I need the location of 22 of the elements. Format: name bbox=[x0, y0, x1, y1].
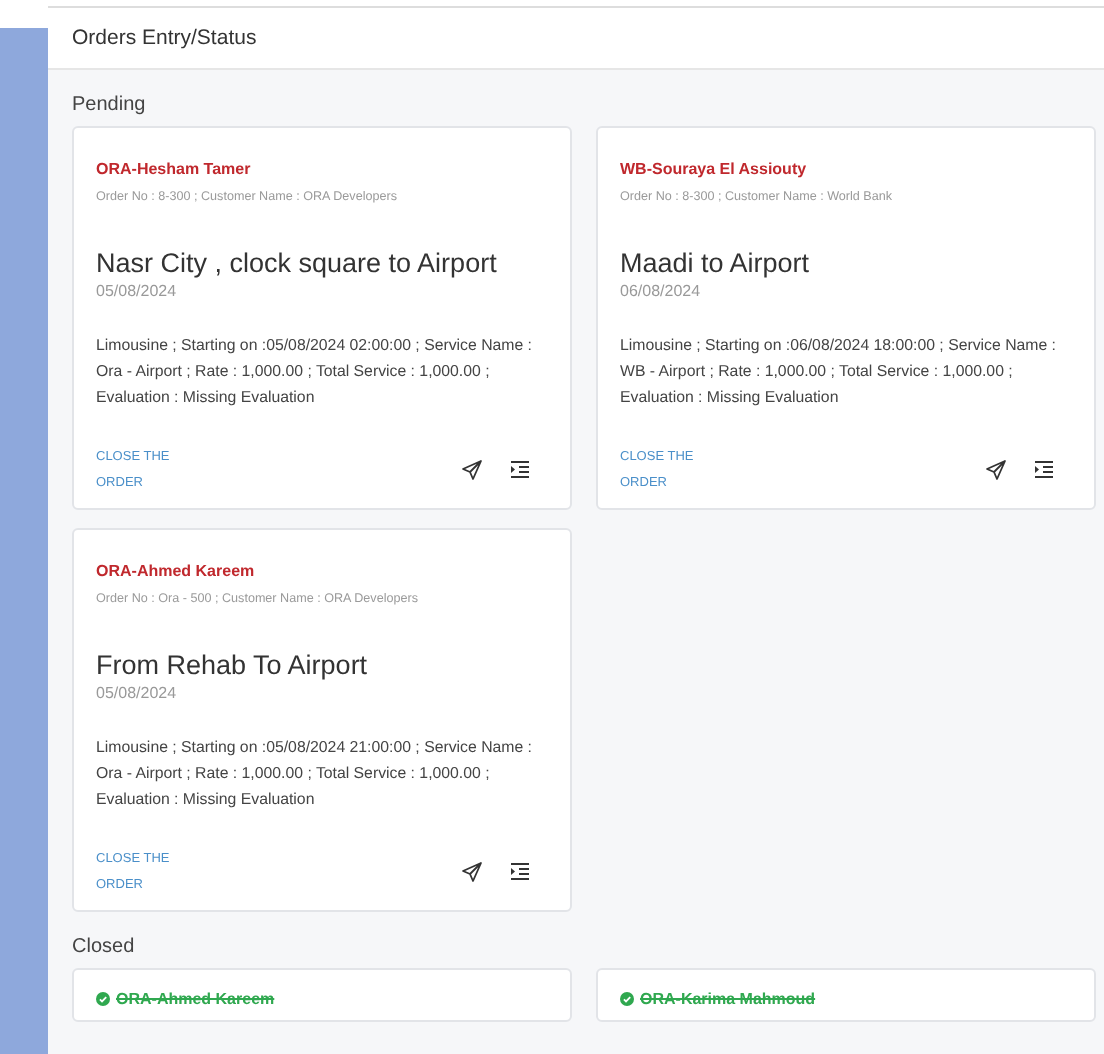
indent-list-icon[interactable] bbox=[1032, 458, 1056, 482]
route-title: Nasr City , clock square to Airport bbox=[96, 248, 499, 278]
window-title: Orders Entry/Status bbox=[48, 8, 1104, 70]
send-icon[interactable] bbox=[460, 860, 484, 884]
section-title: Closed bbox=[72, 936, 135, 958]
indent-list-icon[interactable] bbox=[508, 458, 532, 482]
check-circle-icon bbox=[96, 992, 110, 1006]
section-title: Pending bbox=[72, 94, 146, 116]
order-title: WB-Souraya El Assiouty bbox=[620, 160, 807, 178]
route-title: Maadi to Airport bbox=[620, 248, 812, 278]
order-date: 06/08/2024 bbox=[620, 282, 703, 300]
send-icon[interactable] bbox=[984, 458, 1008, 482]
indent-list-icon[interactable] bbox=[508, 860, 532, 884]
send-icon[interactable] bbox=[460, 458, 484, 482]
order-title: ORA-Ahmed Kareem bbox=[116, 990, 275, 1008]
order-date: 05/08/2024 bbox=[96, 282, 179, 300]
order-title: ORA-Hesham Tamer bbox=[96, 160, 251, 178]
route-title: From Rehab To Airport bbox=[96, 650, 370, 680]
order-date: 05/08/2024 bbox=[96, 684, 179, 702]
check-circle-icon bbox=[620, 992, 634, 1006]
order-title: ORA-Ahmed Kareem bbox=[96, 562, 255, 580]
order-title: ORA-Karima Mahmoud bbox=[640, 990, 816, 1008]
